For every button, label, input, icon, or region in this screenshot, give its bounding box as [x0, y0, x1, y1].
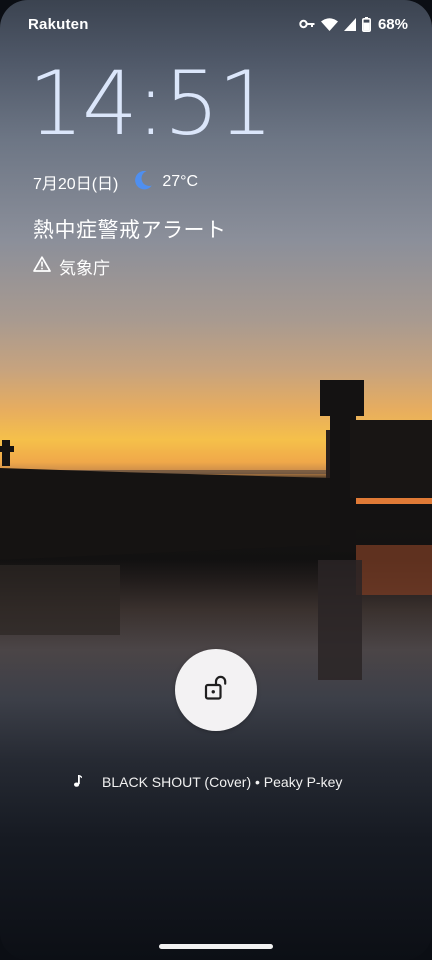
- status-bar: Rakuten 68%: [0, 0, 432, 48]
- status-icons: 68%: [299, 14, 408, 34]
- battery-percentage: 68%: [377, 15, 408, 33]
- wifi-icon: [320, 17, 338, 31]
- moon-icon: [132, 169, 154, 196]
- now-playing-row[interactable]: BLACK SHOUT (Cover) • Peaky P-key: [72, 772, 342, 792]
- lock-screen: Rakuten 68% 14:51 7月20日(日) 27°C 熱中症警戒アラー…: [0, 0, 432, 960]
- now-playing-text: BLACK SHOUT (Cover) • Peaky P-key: [102, 774, 343, 790]
- alert-source-label: 気象庁: [59, 259, 110, 278]
- date-label: 7月20日(日): [33, 176, 119, 193]
- unlock-button[interactable]: [175, 649, 257, 731]
- lock-clock: 14:51: [28, 52, 274, 155]
- carrier-name: Rakuten: [28, 16, 89, 33]
- music-note-icon: [72, 774, 82, 791]
- vpn-key-icon: [299, 18, 315, 30]
- warning-icon: [33, 256, 51, 277]
- alert-source-row[interactable]: 気象庁: [33, 254, 110, 279]
- cellular-signal-icon: [343, 17, 356, 31]
- date-weather-row: 7月20日(日) 27°C: [33, 170, 198, 194]
- battery-icon: [361, 16, 371, 32]
- unlock-icon: [204, 675, 228, 706]
- temperature-label: 27°C: [162, 173, 199, 190]
- gesture-navigation-bar[interactable]: [159, 944, 273, 949]
- heatstroke-alert-title[interactable]: 熱中症警戒アラート: [33, 214, 227, 244]
